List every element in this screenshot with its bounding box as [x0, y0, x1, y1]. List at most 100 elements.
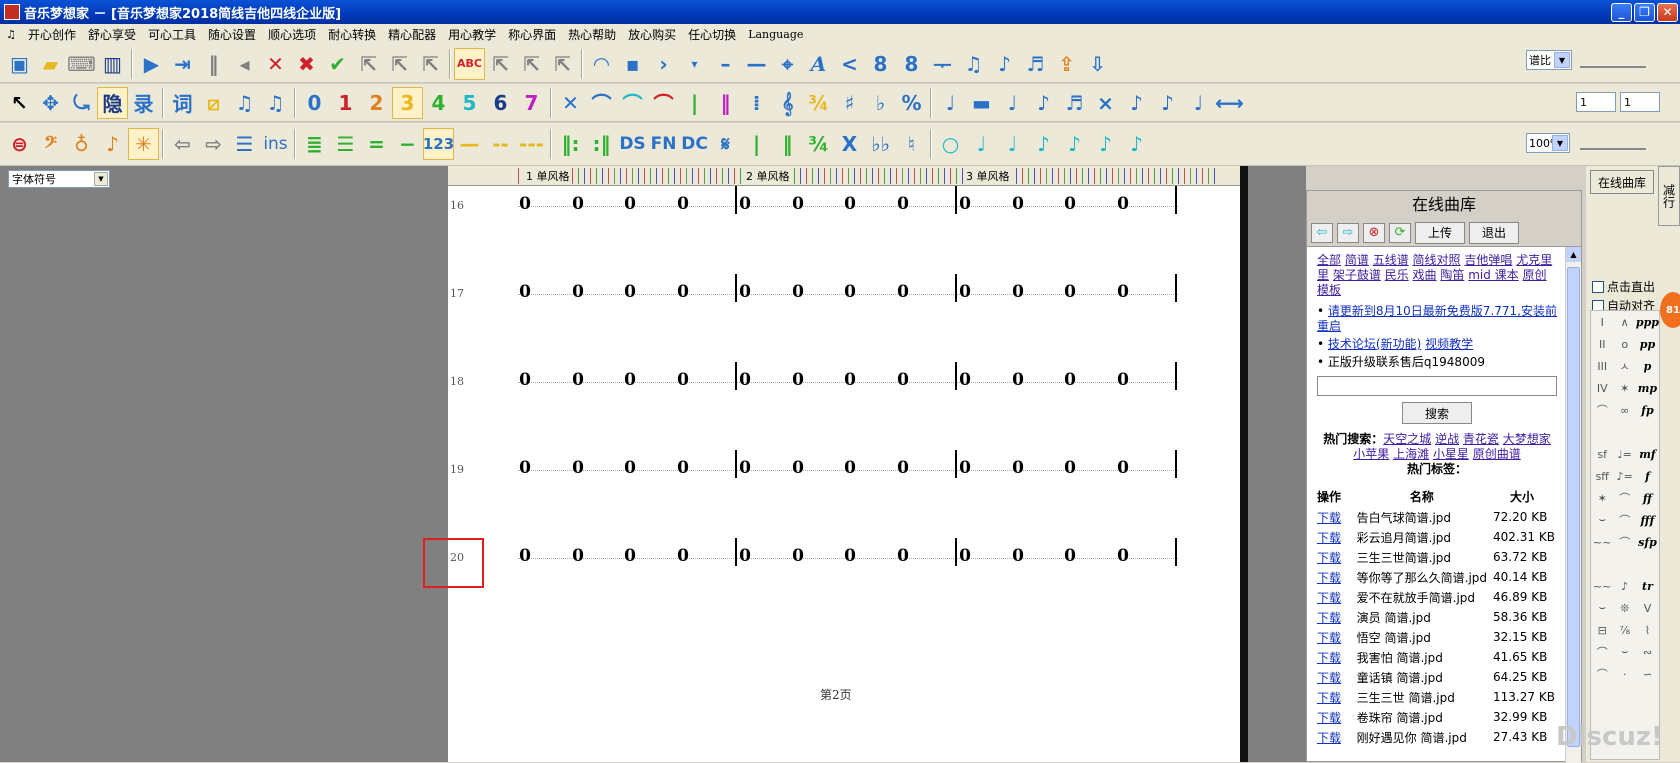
- floating-badge[interactable]: 81: [1660, 292, 1680, 328]
- forward-arrow-icon[interactable]: ⇨: [1337, 222, 1359, 243]
- note-rest[interactable]: 0: [893, 194, 913, 214]
- thirtysecond-note-teal-icon[interactable]: ♪: [1090, 128, 1121, 160]
- score-row[interactable]: 16 0 0 0 0 0 0 0 0 0 0 0 0: [448, 186, 1240, 234]
- note-rest[interactable]: 0: [840, 458, 860, 478]
- download-icon[interactable]: ⇩: [1082, 48, 1113, 80]
- bar-single-icon[interactable]: |: [679, 87, 710, 119]
- palette-symbol[interactable]: ∾: [1636, 646, 1659, 659]
- field-a-input[interactable]: 1: [1576, 92, 1616, 112]
- palette-symbol[interactable]: ✶: [1591, 492, 1613, 505]
- small-triangle-icon[interactable]: ▾: [679, 48, 710, 80]
- x-mark-icon[interactable]: X: [834, 128, 865, 160]
- online-library-scrollbar[interactable]: ▲: [1565, 247, 1581, 763]
- style-ruler[interactable]: 1 单风格 2 单风格 3 单风格: [448, 166, 1248, 186]
- palette-symbol[interactable]: ⌣: [1613, 645, 1635, 659]
- download-link[interactable]: 下载: [1317, 531, 1341, 545]
- lines-4-icon[interactable]: ≣: [299, 128, 330, 160]
- note-rest[interactable]: 0: [1113, 546, 1133, 566]
- category-link[interactable]: mid 课本: [1468, 268, 1518, 282]
- palette-symbol[interactable]: ⌒: [1613, 534, 1635, 550]
- remove-8-icon[interactable]: 8: [896, 48, 927, 80]
- hot-search-link[interactable]: 逆战: [1435, 432, 1459, 446]
- delete-all-icon[interactable]: ✖: [291, 48, 322, 80]
- category-link[interactable]: 戏曲: [1413, 268, 1437, 282]
- play-from-icon[interactable]: ⇥: [167, 48, 198, 80]
- category-link[interactable]: 简谱: [1345, 253, 1369, 267]
- palette-symbol[interactable]: III: [1591, 360, 1613, 373]
- lines-1-icon[interactable]: −: [392, 128, 423, 160]
- record-mode-button[interactable]: 录: [128, 87, 159, 119]
- ghost-note-icon[interactable]: ♪: [1121, 87, 1152, 119]
- grace-note-icon[interactable]: ♪: [1152, 87, 1183, 119]
- palette-symbol[interactable]: fff: [1636, 514, 1659, 527]
- exit-button[interactable]: 退出: [1469, 221, 1520, 244]
- download-link[interactable]: 下载: [1317, 611, 1341, 625]
- cursor-traffic-icon-2[interactable]: ⇱: [384, 48, 415, 80]
- note-rest[interactable]: 0: [1060, 194, 1080, 214]
- palette-symbol[interactable]: ~~: [1591, 580, 1613, 593]
- download-link[interactable]: 下载: [1317, 731, 1341, 745]
- note-rest[interactable]: 0: [893, 458, 913, 478]
- segno-icon[interactable]: 𝄋: [710, 128, 741, 160]
- palette-symbol[interactable]: mf: [1636, 448, 1659, 461]
- note-rest[interactable]: 0: [673, 282, 693, 302]
- scroll-up-icon[interactable]: ▲: [1566, 247, 1581, 262]
- hot-search-link[interactable]: 小苹果: [1353, 447, 1389, 461]
- palette-symbol[interactable]: f: [1636, 470, 1659, 483]
- palette-symbol[interactable]: sf: [1591, 448, 1613, 461]
- zoom-slider[interactable]: [1580, 136, 1646, 150]
- dash-3-icon[interactable]: ---: [516, 128, 547, 160]
- time-sig-2-icon[interactable]: ¾: [803, 128, 834, 160]
- note-rest[interactable]: 0: [788, 282, 808, 302]
- note-rest[interactable]: 0: [1008, 458, 1028, 478]
- width-icon[interactable]: ⟷: [1214, 87, 1245, 119]
- menu-item[interactable]: 热心帮助: [562, 26, 622, 43]
- ratio-slider[interactable]: [1580, 54, 1646, 68]
- menu-item[interactable]: 用心教学: [442, 26, 502, 43]
- menu-item[interactable]: 可心工具: [142, 26, 202, 43]
- download-link[interactable]: 下载: [1317, 571, 1341, 585]
- note-rest[interactable]: 0: [568, 370, 588, 390]
- note-rest[interactable]: 0: [568, 546, 588, 566]
- digit-2-button[interactable]: 2: [361, 87, 392, 119]
- guitar-icon[interactable]: ♁: [66, 128, 97, 160]
- digit-3-button[interactable]: 3: [392, 86, 423, 119]
- bar-double-icon[interactable]: ‖: [710, 87, 741, 119]
- half-note-icon[interactable]: ♩: [997, 87, 1028, 119]
- palette-symbol[interactable]: II: [1591, 338, 1613, 351]
- online-library-button[interactable]: 在线曲库: [1590, 170, 1654, 194]
- note-rest[interactable]: 0: [955, 546, 975, 566]
- palette-symbol[interactable]: V: [1636, 602, 1659, 615]
- notice-text[interactable]: 技术论坛(新功能): [1328, 337, 1421, 351]
- score-row[interactable]: 20 0 0 0 0 0 0 0 0 0 0 0 0: [448, 538, 1240, 586]
- short-dash-icon[interactable]: –: [710, 48, 741, 80]
- note-rest[interactable]: 0: [955, 370, 975, 390]
- palette-symbol[interactable]: ⌒: [1613, 512, 1635, 528]
- palette-symbol[interactable]: p: [1636, 360, 1659, 373]
- note-rest[interactable]: 0: [1060, 282, 1080, 302]
- beam-note-icon-1[interactable]: ♫: [229, 87, 260, 119]
- palette-symbol[interactable]: o: [1613, 338, 1635, 351]
- repeat-start-icon[interactable]: ‖:: [555, 128, 586, 160]
- palette-symbol[interactable]: ♩=: [1613, 448, 1635, 461]
- note-rest[interactable]: 0: [788, 370, 808, 390]
- category-link[interactable]: 简线对照: [1413, 253, 1461, 267]
- fermata-icon[interactable]: ◠: [586, 48, 617, 80]
- digit-6-button[interactable]: 6: [485, 87, 516, 119]
- slur-red-icon[interactable]: ⌒: [648, 87, 679, 119]
- menu-item[interactable]: 放心购买: [622, 26, 682, 43]
- digit-4-button[interactable]: 4: [423, 87, 454, 119]
- menu-item[interactable]: 精心配器: [382, 26, 442, 43]
- category-link[interactable]: 原创: [1523, 268, 1547, 282]
- download-link[interactable]: 下载: [1317, 551, 1341, 565]
- palette-symbol[interactable]: ⌣: [1591, 601, 1613, 615]
- note-rest[interactable]: 0: [1113, 282, 1133, 302]
- download-link[interactable]: 下载: [1317, 591, 1341, 605]
- lines-3-icon[interactable]: ☰: [330, 128, 361, 160]
- download-link[interactable]: 下载: [1317, 671, 1341, 685]
- font-symbol-select[interactable]: 字体符号 ▼: [8, 170, 110, 188]
- download-link[interactable]: 下载: [1317, 711, 1341, 725]
- sixtyfourth-note-teal-icon[interactable]: ♪: [1121, 128, 1152, 160]
- note-icon-3[interactable]: ♬: [1020, 48, 1051, 80]
- palette-symbol[interactable]: ⅞: [1613, 624, 1635, 637]
